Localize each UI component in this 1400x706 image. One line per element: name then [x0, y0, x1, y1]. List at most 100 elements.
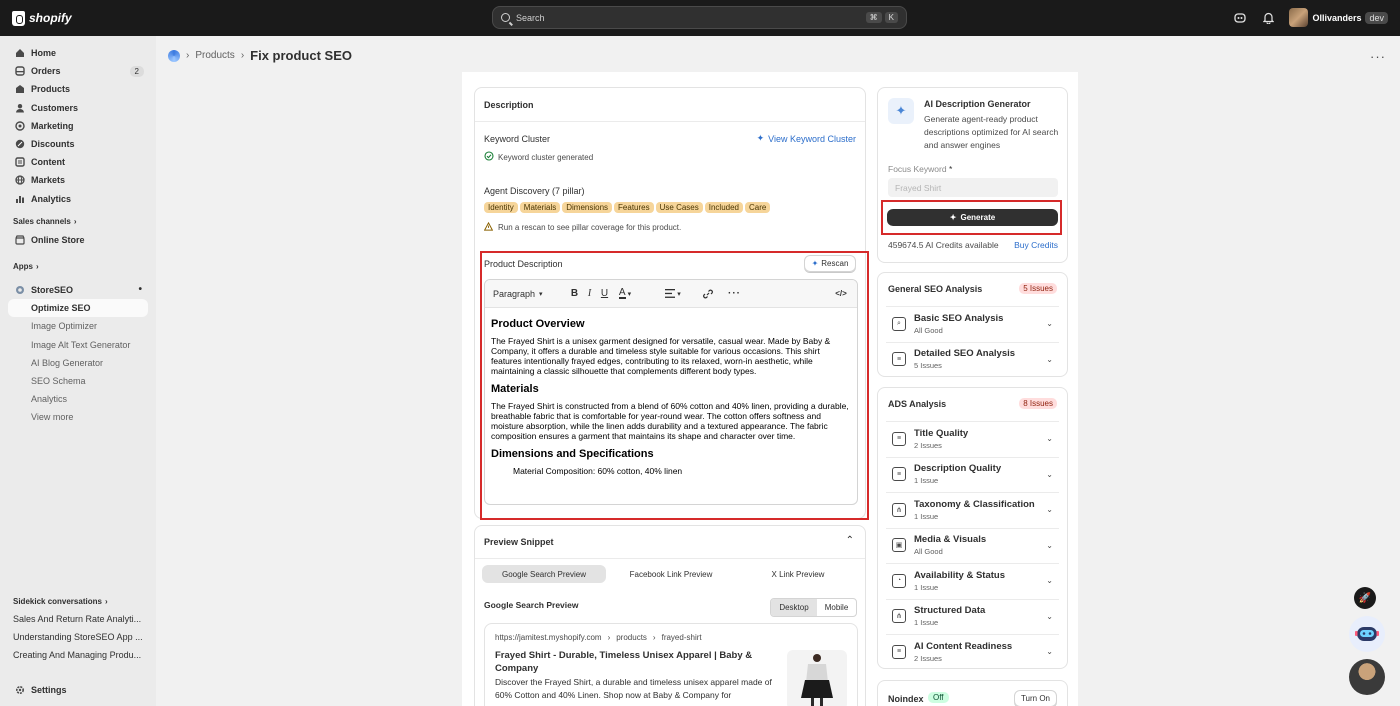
search-placeholder: Search [516, 12, 545, 23]
ai-card-description: Generate agent-ready product description… [924, 114, 1059, 150]
sidebar-subitem-ai-blog-generator[interactable]: AI Blog Generator [8, 354, 148, 372]
sidebar-subitem-image-optimizer[interactable]: Image Optimizer [8, 317, 148, 335]
analysis-row-ai-content-readiness[interactable]: ≡ AI Content Readiness 2 Issues ⌄ [886, 634, 1059, 668]
sidebar-item-home[interactable]: Home [8, 44, 148, 62]
pin-dot-icon: • [138, 284, 142, 296]
turn-on-button[interactable]: Turn On [1013, 690, 1057, 706]
bell-icon[interactable] [1261, 11, 1275, 25]
list-icon: ≡ [892, 467, 906, 481]
agent-discovery-label: Agent Discovery (7 pillar) [484, 186, 585, 196]
analysis-row-basic-seo-analysis[interactable]: ⌕ Basic SEO Analysis All Good ⌄ [886, 306, 1059, 340]
analysis-row-media-visuals[interactable]: ▣ Media & Visuals All Good ⌄ [886, 527, 1059, 562]
sidebar-item-orders[interactable]: Orders 2 [8, 62, 148, 80]
sidebar-item-content[interactable]: Content [8, 153, 148, 171]
tab-x-link-preview[interactable]: X Link Preview [736, 565, 860, 583]
search-input[interactable]: Search ⌘ K [492, 6, 907, 29]
order-count-badge: 2 [129, 65, 144, 77]
sidebar-item-discounts[interactable]: Discounts [8, 135, 148, 153]
sidebar-item-customers[interactable]: Customers [8, 99, 148, 117]
sidebar-item-marketing[interactable]: Marketing [8, 117, 148, 135]
sidebar-item-products[interactable]: Products [8, 80, 148, 98]
sidebar: Home Orders 2 Products Customers Marketing Dis… [0, 36, 156, 706]
sidebar-item-online-store[interactable]: Online Store [8, 231, 148, 249]
support-avatar[interactable] [1349, 659, 1385, 695]
chevron-down-icon: ⌄ [1046, 354, 1053, 364]
buy-credits-link[interactable]: Buy Credits [1014, 240, 1058, 250]
ads-analysis-title: ADS Analysis [888, 399, 947, 409]
sidebar-subitem-optimize-seo[interactable]: Optimize SEO [8, 299, 148, 318]
analysis-row-title: Title Quality [914, 427, 969, 439]
url-separator: › [652, 633, 656, 642]
analysis-row-text: Availability & Status 1 Issue [914, 570, 1005, 592]
shopify-logo[interactable]: shopify [12, 10, 72, 26]
sidekick-conversation-item[interactable]: Creating And Managing Produ... [8, 646, 148, 664]
sidekick-conversation-item[interactable]: Understanding StoreSEO App ... [8, 628, 148, 646]
sidekick-conversation-item[interactable]: Sales And Return Rate Analyti... [8, 610, 148, 628]
sidekick-conversations-header[interactable]: Sidekick conversations › [8, 592, 148, 610]
chevron-down-icon: ⌄ [1046, 647, 1053, 656]
warning-icon [483, 221, 494, 233]
sidebar-subitem-view-more[interactable]: View more [8, 408, 148, 426]
rescan-warning: Run a rescan to see pillar coverage for … [483, 221, 681, 233]
result-title: Frayed Shirt - Durable, Timeless Unisex … [495, 650, 753, 674]
general-seo-card: General SEO Analysis 5 Issues ⌕ Basic SEO… [877, 272, 1068, 377]
sidebar-item-markets[interactable]: Markets [8, 171, 148, 189]
sidebar-subitem-seo-schema[interactable]: SEO Schema [8, 372, 148, 390]
pillar-badge: Identity [484, 202, 518, 213]
analysis-row-status: All Good [914, 547, 943, 556]
mobile-toggle[interactable]: Mobile [817, 599, 856, 616]
view-keyword-cluster-link[interactable]: ✦ View Keyword Cluster [757, 133, 856, 144]
analysis-row-description-quality[interactable]: ≡ Description Quality 1 Issue ⌄ [886, 456, 1059, 491]
focus-keyword-input[interactable]: Frayed Shirt [888, 178, 1058, 197]
sidekick-label: Sidekick conversations [13, 596, 102, 606]
sidebar-subitem-analytics[interactable]: Analytics [8, 390, 148, 408]
sidekick-list: Sales And Return Rate Analyti... Understa… [8, 610, 148, 665]
analysis-row-detailed-seo-analysis[interactable]: ≡ Detailed SEO Analysis 5 Issues ⌄ [886, 341, 1059, 376]
apps-section[interactable]: Apps › [8, 258, 148, 276]
orders-icon [15, 66, 25, 76]
chevron-up-icon[interactable]: ⌃ [846, 535, 854, 546]
clock-icon: ◔ [892, 573, 906, 588]
shopify-bag-icon [12, 10, 25, 26]
tree-icon: ⋔ [892, 609, 906, 623]
analysis-row-title: Taxonomy & Classification [914, 498, 1035, 510]
pillar-badge: Care [745, 202, 771, 213]
desktop-toggle[interactable]: Desktop [771, 599, 817, 616]
analysis-row-taxonomy-classification[interactable]: ⋔ Taxonomy & Classification 1 Issue ⌄ [886, 492, 1059, 526]
analysis-row-status: 1 Issue [914, 476, 939, 485]
sidekick-icon[interactable] [1233, 11, 1247, 25]
sidebar-item-storeseo[interactable]: StoreSEO • [8, 281, 148, 299]
analysis-row-title-quality[interactable]: ≡ Title Quality 2 Issues ⌄ [886, 421, 1059, 455]
ai-card-title: AI Description Generator [924, 99, 1031, 109]
sales-channels-section[interactable]: Sales channels › [8, 213, 148, 231]
sidebar-item-label: Marketing [31, 120, 74, 131]
preview-tabs: Google Search Preview Facebook Link Prev… [482, 565, 860, 583]
chevron-down-icon: ⌄ [1046, 319, 1053, 328]
sales-channels-label: Sales channels [13, 217, 71, 227]
google-result-preview: https://jamitest.myshopify.com › product… [484, 623, 858, 706]
breadcrumb-products[interactable]: Products [195, 50, 234, 61]
discounts-icon [15, 139, 25, 149]
pillar-badge: Materials [519, 202, 561, 213]
analysis-row-availability-status[interactable]: ◔ Availability & Status 1 Issue ⌄ [886, 563, 1059, 597]
sidebar-item-label: Home [31, 48, 57, 59]
store-avatar [1289, 8, 1309, 27]
sidebar-item-analytics[interactable]: Analytics [8, 190, 148, 208]
dev-badge: dev [1365, 11, 1388, 24]
tab-google-search-preview[interactable]: Google Search Preview [482, 565, 606, 583]
sidebar-subitem-image-alt-text-generator[interactable]: Image Alt Text Generator [8, 335, 148, 353]
required-mark: * [948, 164, 953, 174]
more-actions-icon[interactable]: ··· [1370, 49, 1386, 64]
store-menu[interactable]: Ollivanders dev [1289, 8, 1388, 27]
page-title: Fix product SEO [250, 48, 352, 63]
sidebar-item-settings[interactable]: Settings [8, 681, 148, 699]
preview-snippet-card: Preview Snippet ⌃ Google Search Preview … [474, 525, 866, 706]
analysis-row-status: 2 Issues [914, 440, 942, 450]
rocket-icon[interactable]: 🚀 [1354, 587, 1376, 609]
analysis-row-text: AI Content Readiness 2 Issues [914, 641, 1012, 663]
tab-facebook-link-preview[interactable]: Facebook Link Preview [606, 565, 736, 583]
result-thumbnail [787, 650, 847, 706]
chevron-down-icon: ⌄ [1046, 611, 1053, 621]
chatbot-icon[interactable] [1349, 616, 1385, 652]
analysis-row-structured-data[interactable]: ⋔ Structured Data 1 Issue ⌄ [886, 598, 1059, 633]
